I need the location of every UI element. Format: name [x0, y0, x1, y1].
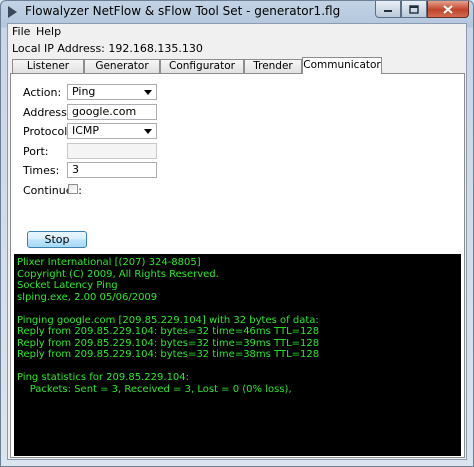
- protocol-label: Protocol:: [23, 125, 72, 138]
- console-line: Copyright (C) 2009, All Rights Reserved.: [17, 268, 219, 280]
- local-ip-label: Local IP Address:: [12, 42, 105, 55]
- console-line: Pinging google.com [209.85.229.104] with…: [17, 314, 319, 326]
- communicator-panel: Action: Ping Address: google.com Protoco…: [10, 73, 465, 458]
- chevron-down-icon: [141, 125, 155, 137]
- tab-listener[interactable]: Listener: [12, 59, 84, 73]
- protocol-select[interactable]: ICMP: [67, 123, 157, 139]
- console-line: Ping statistics for 209.85.229.104:: [17, 372, 190, 383]
- tab-configurator[interactable]: Configurator: [160, 59, 244, 73]
- stop-button[interactable]: Stop: [27, 231, 87, 248]
- action-select[interactable]: Ping: [67, 84, 157, 100]
- console-line: Packets: Sent = 3, Received = 3, Lost = …: [17, 383, 292, 395]
- console-line: Socket Latency Ping: [17, 280, 118, 291]
- minimize-button[interactable]: [375, 1, 401, 18]
- times-input[interactable]: 3: [67, 162, 157, 178]
- action-value: Ping: [72, 85, 96, 98]
- address-label: Address:: [23, 106, 71, 119]
- app-window: Flowalyzer NetFlow & sFlow Tool Set - ge…: [0, 0, 474, 467]
- action-label: Action:: [23, 86, 62, 99]
- address-input[interactable]: google.com: [67, 104, 157, 120]
- window-title: Flowalyzer NetFlow & sFlow Tool Set - ge…: [25, 4, 341, 18]
- client-area: File Help Local IP Address: 192.168.135.…: [7, 23, 467, 460]
- protocol-value: ICMP: [72, 124, 100, 137]
- tab-trender[interactable]: Trender: [244, 59, 302, 73]
- console-line: Reply from 209.85.229.104: bytes=32 time…: [17, 337, 320, 349]
- console-line: Reply from 209.85.229.104: bytes=32 time…: [17, 326, 320, 337]
- close-button[interactable]: [427, 1, 469, 18]
- local-ip-address: Local IP Address: 192.168.135.130: [12, 42, 203, 55]
- console-line: slping.exe, 2.00 05/06/2009: [17, 291, 158, 303]
- title-bar[interactable]: Flowalyzer NetFlow & sFlow Tool Set - ge…: [1, 1, 473, 23]
- close-icon: [443, 4, 453, 14]
- menu-bar: File Help: [8, 24, 466, 40]
- port-label: Port:: [23, 145, 49, 158]
- menu-help[interactable]: Help: [36, 25, 61, 38]
- minimize-icon: [384, 10, 392, 12]
- menu-file[interactable]: File: [12, 25, 30, 38]
- tab-communicator[interactable]: Communicator: [302, 57, 382, 74]
- local-ip-value: 192.168.135.130: [108, 42, 203, 55]
- flowalyzer-app-icon: [8, 6, 17, 18]
- continues-checkbox[interactable]: [68, 184, 78, 194]
- output-console[interactable]: Plixer International [(207) 324-8805] Cop…: [14, 254, 461, 456]
- tab-generator[interactable]: Generator: [84, 59, 160, 73]
- console-line: Plixer International [(207) 324-8805]: [17, 257, 201, 268]
- times-label: Times:: [23, 164, 60, 177]
- port-input[interactable]: [67, 143, 157, 159]
- tab-strip: Listener Generator Configurator Trender …: [10, 57, 466, 74]
- chevron-down-icon: [141, 86, 155, 98]
- console-line: Reply from 209.85.229.104: bytes=32 time…: [17, 349, 320, 360]
- maximize-icon: [409, 4, 419, 14]
- maximize-button[interactable]: [401, 1, 427, 18]
